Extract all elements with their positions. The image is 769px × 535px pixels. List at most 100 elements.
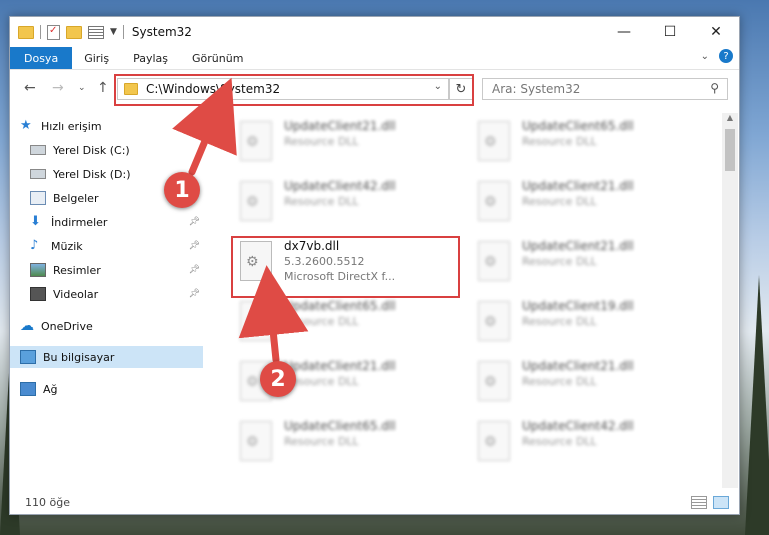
minimize-button[interactable]: — [601, 17, 647, 47]
dll-file-icon [478, 361, 510, 401]
file-name: UpdateClient21.dll [284, 359, 396, 373]
sidebar-item-label: Yerel Disk (D:) [53, 167, 131, 181]
file-name: UpdateClient21.dll [284, 119, 396, 133]
file-item[interactable]: UpdateClient21.dll Resource DLL [473, 355, 693, 407]
quick-access-toolbar: ▼ [18, 24, 124, 40]
scrollbar-thumb[interactable] [725, 129, 735, 171]
forward-arrow-icon[interactable]: → [52, 80, 64, 96]
file-item[interactable]: UpdateClient21.dll Resource DLL [235, 115, 455, 167]
file-description: Resource DLL [522, 135, 597, 148]
ribbon-tabs: Dosya Giriş Paylaş Görünüm ⌄ ? [10, 47, 739, 70]
customize-dropdown-icon[interactable]: ▼ [110, 27, 117, 37]
sidebar-item-quick-access[interactable]: ★ Hızlı erişim [20, 115, 213, 137]
sidebar-item-label: Belgeler [53, 191, 99, 205]
pin-icon[interactable]: 📌︎ [189, 241, 200, 251]
dll-file-icon [478, 121, 510, 161]
pictures-icon [30, 263, 46, 277]
file-item[interactable]: UpdateClient21.dll Resource DLL [473, 175, 693, 227]
ribbon-right: ⌄ ? [701, 49, 733, 63]
sidebar-item-label: Bu bilgisayar [43, 350, 115, 364]
tab-view[interactable]: Görünüm [180, 47, 255, 69]
dll-file-icon [478, 241, 510, 281]
navigation-pane: ★ Hızlı erişim Yerel Disk (C:) Yerel Dis… [10, 113, 205, 488]
tab-file[interactable]: Dosya [10, 47, 73, 69]
file-description: Resource DLL [284, 375, 359, 388]
drive-icon [30, 169, 46, 179]
file-name: UpdateClient21.dll [522, 179, 634, 193]
maximize-button[interactable]: ☐ [647, 17, 693, 47]
folder-icon [18, 25, 34, 39]
search-input[interactable]: Ara: System32 ⚲ [482, 78, 728, 100]
window-controls: — ☐ ✕ [601, 17, 739, 47]
file-description: Resource DLL [522, 435, 597, 448]
sidebar-item-downloads[interactable]: ⬇ İndirmeler 📌︎ [30, 211, 206, 233]
sidebar-item-label: Resimler [53, 263, 101, 277]
file-name: UpdateClient65.dll [284, 419, 396, 433]
computer-icon [20, 350, 36, 364]
sidebar-item-music[interactable]: ♪ Müzik 📌︎ [30, 235, 206, 257]
drive-icon [30, 145, 46, 155]
music-icon: ♪ [30, 238, 39, 253]
pin-icon[interactable]: 📌︎ [189, 289, 200, 299]
documents-icon [30, 191, 46, 205]
recent-locations-chevron-icon[interactable]: ⌄ [78, 83, 86, 93]
new-folder-icon[interactable] [66, 25, 82, 39]
file-item[interactable]: UpdateClient42.dll Resource DLL [235, 175, 455, 227]
properties-icon[interactable] [47, 24, 60, 40]
file-description: Resource DLL [522, 255, 597, 268]
sidebar-item-pictures[interactable]: Resimler 📌︎ [30, 259, 206, 281]
file-description: Resource DLL [522, 315, 597, 328]
details-view-icon[interactable] [691, 496, 707, 509]
tab-home[interactable]: Giriş [72, 47, 121, 69]
file-name: UpdateClient42.dll [522, 419, 634, 433]
sidebar-item-label: Yerel Disk (C:) [53, 143, 130, 157]
file-item[interactable]: UpdateClient65.dll Resource DLL [473, 115, 693, 167]
search-icon[interactable]: ⚲ [710, 81, 719, 95]
scroll-up-icon[interactable]: ▲ [722, 113, 738, 127]
dll-file-icon [240, 301, 272, 341]
background-tree [745, 275, 769, 535]
file-description: Resource DLL [522, 375, 597, 388]
view-toggle [691, 496, 729, 509]
file-item[interactable]: UpdateClient65.dll Resource DLL [235, 295, 455, 347]
file-name: UpdateClient65.dll [522, 119, 634, 133]
close-button[interactable]: ✕ [693, 17, 739, 47]
pin-icon[interactable]: 📌︎ [189, 265, 200, 275]
dll-file-icon [240, 121, 272, 161]
search-placeholder: Ara: System32 [492, 82, 581, 96]
back-arrow-icon[interactable]: ← [24, 80, 36, 96]
file-item[interactable]: UpdateClient42.dll Resource DLL [473, 415, 693, 467]
file-description: Resource DLL [284, 315, 359, 328]
file-item[interactable]: UpdateClient19.dll Resource DLL [473, 295, 693, 347]
expand-ribbon-icon[interactable]: ⌄ [701, 51, 709, 62]
file-name: UpdateClient21.dll [522, 239, 634, 253]
sidebar-item-videos[interactable]: Videolar 📌︎ [30, 283, 206, 305]
file-description: Resource DLL [522, 195, 597, 208]
file-item[interactable]: UpdateClient65.dll Resource DLL [235, 415, 455, 467]
file-name: UpdateClient21.dll [522, 359, 634, 373]
file-name: UpdateClient42.dll [284, 179, 396, 193]
callout-step-1: 1 [164, 172, 200, 208]
up-arrow-icon[interactable]: ↑ [97, 80, 109, 96]
sidebar-item-network[interactable]: Ağ [20, 378, 213, 400]
file-list: UpdateClient21.dll Resource DLL UpdateCli… [215, 113, 720, 488]
sidebar-item-onedrive[interactable]: ☁ OneDrive [20, 315, 213, 337]
sidebar-item-this-pc[interactable]: Bu bilgisayar [10, 346, 203, 368]
sidebar-item-local-disk-c[interactable]: Yerel Disk (C:) [30, 139, 223, 161]
tab-share[interactable]: Paylaş [121, 47, 180, 69]
view-list-icon[interactable] [88, 25, 104, 39]
file-name: UpdateClient65.dll [284, 299, 396, 313]
file-item[interactable]: UpdateClient21.dll Resource DLL [473, 235, 693, 287]
vertical-scrollbar[interactable]: ▲ [722, 113, 738, 488]
file-name: UpdateClient19.dll [522, 299, 634, 313]
star-icon: ★ [20, 118, 32, 133]
dll-file-icon [240, 181, 272, 221]
sidebar-item-label: OneDrive [41, 319, 93, 333]
status-bar: 110 öğe [10, 490, 739, 514]
pin-icon[interactable]: 📌︎ [189, 217, 200, 227]
help-icon[interactable]: ? [719, 49, 733, 63]
window-title: System32 [131, 25, 192, 39]
large-icons-view-icon[interactable] [713, 496, 729, 509]
videos-icon [30, 287, 46, 301]
sidebar-item-label: Müzik [51, 239, 83, 253]
